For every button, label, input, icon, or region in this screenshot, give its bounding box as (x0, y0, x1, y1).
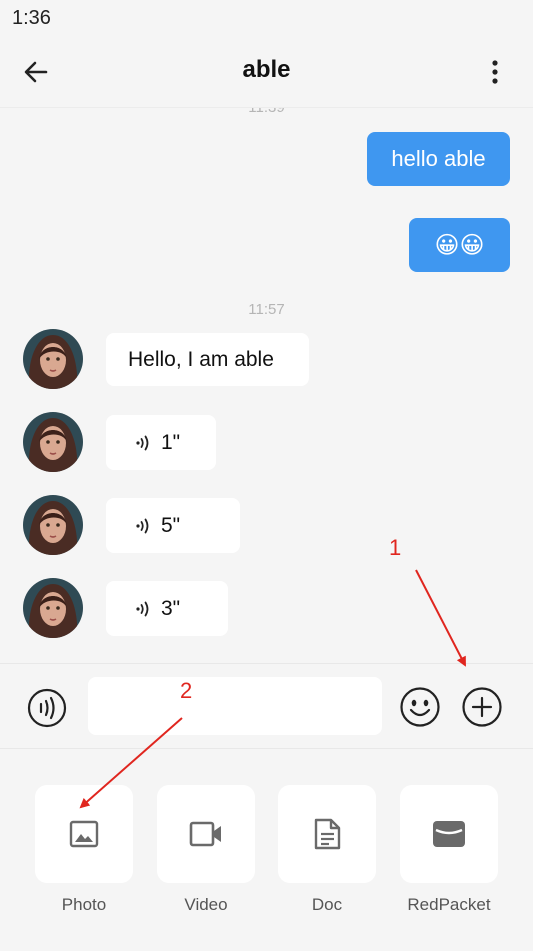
tray-icon-box[interactable] (400, 785, 498, 883)
wallet-icon (433, 821, 465, 847)
avatar-image (23, 329, 83, 389)
message-text: hello able (391, 146, 486, 171)
back-arrow-icon (24, 61, 48, 83)
voice-duration: 5" (161, 513, 181, 537)
plus-circle-icon (462, 687, 502, 727)
avatar-image (23, 578, 83, 638)
avatar[interactable] (23, 578, 83, 638)
voice-message[interactable]: 1" (106, 415, 216, 470)
voice-duration: 3" (161, 596, 181, 620)
incoming-message[interactable]: Hello, I am able (106, 333, 309, 386)
outgoing-emoji-message[interactable]: 😀😀 (409, 218, 510, 272)
avatar-image (23, 495, 83, 555)
outgoing-message[interactable]: hello able (367, 132, 510, 186)
avatar[interactable] (23, 329, 83, 389)
status-bar: 1:36 (0, 0, 533, 36)
tray-icon-box[interactable] (278, 785, 376, 883)
more-options-button[interactable] (477, 54, 513, 90)
message-input[interactable] (88, 677, 382, 735)
voice-wave-icon (136, 518, 149, 533)
chat-title: able (242, 56, 291, 83)
annotation-number: 1 (389, 535, 402, 560)
tray-icon-box[interactable] (157, 785, 255, 883)
more-vertical-icon (492, 60, 498, 84)
tray-item-video[interactable]: Video (157, 785, 255, 915)
voice-input-button[interactable] (27, 688, 67, 728)
status-time: 1:36 (12, 7, 51, 29)
voice-wave-icon (136, 601, 149, 616)
voice-message[interactable]: 5" (106, 498, 240, 553)
message-list[interactable]: 11:39 hello able 😀😀 11:57 Hello, I am ab… (0, 108, 533, 663)
timestamp: 11:39 (0, 108, 533, 116)
tray-label: RedPacket (407, 895, 491, 914)
more-actions-button[interactable] (461, 686, 503, 728)
image-icon (69, 820, 99, 848)
avatar[interactable] (23, 495, 83, 555)
timestamp: 11:57 (248, 301, 285, 318)
tray-item-doc[interactable]: Doc (278, 785, 376, 915)
input-bar (0, 663, 533, 749)
tray-label: Photo (61, 895, 107, 914)
annotation-number: 2 (180, 678, 193, 703)
emoji-button[interactable] (399, 686, 441, 728)
message-text: 😀😀 (434, 231, 485, 259)
tray-icon-box[interactable] (35, 785, 133, 883)
video-camera-icon (189, 821, 221, 847)
action-tray: Photo Video Doc RedPacket (0, 749, 533, 951)
voice-duration: 1" (161, 430, 181, 454)
chat-header: able (0, 36, 533, 108)
tray-label: Doc (311, 895, 343, 914)
message-text: Hello, I am able (128, 347, 274, 371)
document-icon (314, 818, 341, 850)
avatar-image (23, 412, 83, 472)
voice-message[interactable]: 3" (106, 581, 228, 636)
tray-item-redpacket[interactable]: RedPacket (400, 785, 498, 915)
tray-label: Video (184, 895, 228, 914)
tray-item-photo[interactable]: Photo (35, 785, 133, 915)
voice-input-icon (27, 688, 67, 728)
avatar[interactable] (23, 412, 83, 472)
back-button[interactable] (18, 54, 54, 90)
emoji-smile-icon (400, 687, 440, 727)
voice-wave-icon (136, 435, 149, 450)
